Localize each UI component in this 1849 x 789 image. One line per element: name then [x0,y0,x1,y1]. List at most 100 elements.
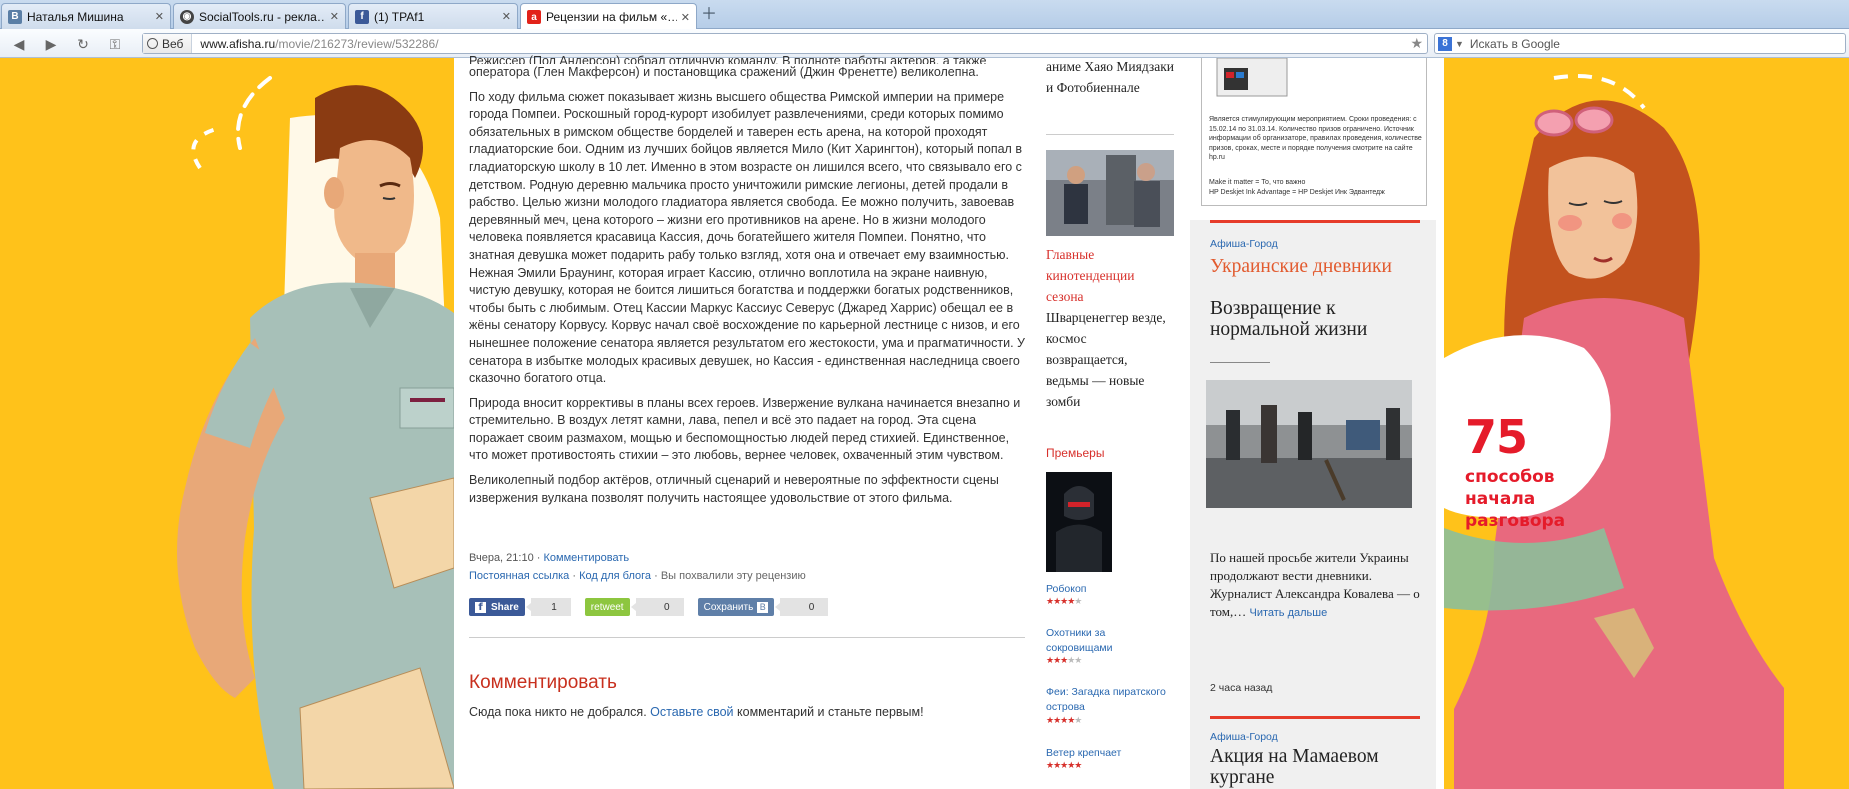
lead-text: По нашей просьбе жители Украины продолжа… [1210,549,1420,622]
blog-code-link[interactable]: Код для блога [579,570,651,582]
vk-save-label: Сохранить [703,601,754,613]
reload-icon[interactable]: ↻ [74,35,92,53]
afisha-icon: a [527,10,541,24]
leave-comment-link[interactable]: Оставьте свой [650,705,733,719]
separator: · [651,570,661,582]
close-icon[interactable]: ✕ [330,10,339,23]
divider [1210,362,1270,363]
google-icon[interactable]: 8 [1438,36,1452,51]
right-column: Является стимулирующим мероприятием. Сро… [1186,58,1444,789]
premiere-title[interactable]: Феи: Загадка пиратского острова [1046,685,1176,715]
fb-share-count: 1 [525,598,571,616]
headline-link[interactable]: Акция на Мамаевом кургане [1210,746,1420,788]
facebook-icon: f [475,601,486,613]
tab-label: Рецензии на фильм «… [546,10,677,24]
ad-fine-print: Make it matter = То, что важно HP Deskje… [1209,179,1385,196]
separator: · [569,570,580,582]
key-icon[interactable]: ⚿ [106,35,124,53]
permalink[interactable]: Постоянная ссылка [469,570,569,582]
review-article: Режиссер (Пол Андерсон) собрал отличную … [454,54,1036,789]
fb-share-label: Share [491,601,519,613]
premiere-title[interactable]: Ветер крепчает [1046,746,1121,761]
ad-fine-print: Является стимулирующим мероприятием. Сро… [1209,116,1422,162]
vk-save-count: 0 [775,598,829,616]
search-input[interactable]: 8 ▼ Искать в Google [1434,33,1846,54]
tab-label: Наталья Мишина [27,9,124,24]
tab-facebook[interactable]: f (1) TPAf1 ✕ [348,3,518,29]
rating-stars: ★★★★★ [1046,716,1082,726]
comments-title: Комментировать [469,672,617,693]
socialtools-icon: ◉ [180,9,194,24]
facebook-share-button[interactable]: f Share [469,598,525,616]
address-bar[interactable]: Веб www.afisha.ru/movie/216273/review/53… [142,33,1428,54]
trends-text[interactable]: Шварценеггер везде, космос возвращается,… [1046,307,1166,412]
retweet-button[interactable]: retweet [584,598,630,616]
search-placeholder: Искать в Google [1469,36,1560,51]
headline-link[interactable]: Украинские дневники [1210,256,1420,277]
review-meta: Вчера, 21:10 · Комментировать Постоянная… [469,549,806,585]
tab-label: (1) TPAf1 [374,9,425,24]
left-illustration [0,58,454,789]
premiere-title[interactable]: Робокоп [1046,582,1086,597]
globe-icon [147,38,158,49]
chevron-down-icon[interactable]: ▼ [1455,39,1464,49]
review-time: Вчера, 21:10 [469,552,534,564]
vk-save-button[interactable]: Сохранить B [697,598,775,616]
close-icon[interactable]: ✕ [681,11,690,24]
premiere-title[interactable]: Охотники за сокровищами [1046,626,1156,656]
tab-afisha-review[interactable]: a Рецензии на фильм «… ✕ [520,3,697,30]
web-button-label: Веб [162,36,184,51]
rating-stars: ★★★★★ [1046,761,1082,771]
rating-stars: ★★★★★ [1046,597,1082,607]
new-tab-icon[interactable]: ＋ [700,6,718,24]
back-arrow-icon[interactable]: ◀ [10,35,28,53]
article-paragraph: Режиссер (Пол Андерсон) собрал отличную … [469,54,987,64]
tab-socialtools[interactable]: ◉ SocialTools.ru - рекла… ✕ [173,3,346,29]
url-text[interactable]: www.afisha.ru/movie/216273/review/532286… [192,37,438,51]
close-icon[interactable]: ✕ [155,10,164,23]
trends-title-link[interactable]: Главные кинотенденции сезона [1046,244,1166,307]
facebook-icon: f [355,9,369,24]
url-path: /movie/216273/review/532286/ [275,36,439,51]
forward-arrow-icon[interactable]: ▶ [42,35,60,53]
tab-bar: B Наталья Мишина ✕ ◉ SocialTools.ru - ре… [0,0,1849,30]
share-buttons: f Share 1 retweet 0 Сохранить B 0 [469,598,829,616]
time-ago: 2 часа назад [1210,682,1273,694]
bookmark-star-icon[interactable]: ★ [1410,35,1423,52]
retweet-label: retweet [590,601,624,613]
robocop-poster[interactable] [1046,472,1112,572]
anime-teaser-text[interactable]: аниме Хаяо Миядзаки и Фотобиеннале [1046,56,1176,98]
promo-number[interactable]: 75 [1465,410,1528,464]
headline-link[interactable]: Возвращение к нормальной жизни [1210,298,1420,340]
middle-sidebar: аниме Хаяо Миядзаки и Фотобиеннале Главн… [1036,58,1186,789]
ukraine-photo[interactable] [1206,380,1412,508]
section-label[interactable]: Афиша-Город [1210,238,1278,250]
comments-empty-text: Сюда пока никто не добрался. Оставьте св… [469,705,924,719]
comment-link[interactable]: Комментировать [543,552,629,564]
trends-image[interactable] [1046,150,1174,236]
comments-empty-part: Сюда пока никто не добрался. [469,705,651,719]
comments-empty-part: комментарий и станьте первым! [733,705,924,719]
rating-stars: ★★★★★ [1046,656,1082,666]
divider [469,637,1025,638]
section-label[interactable]: Афиша-Город [1210,731,1278,743]
close-icon[interactable]: ✕ [502,10,511,23]
article-paragraph: Великолепный подбор актёров, отличный сц… [469,473,999,505]
read-more-link[interactable]: Читать дальше [1250,607,1328,619]
premieres-title[interactable]: Премьеры [1046,446,1104,460]
promo-text[interactable]: способов начала разговора [1465,466,1565,532]
tab-label: SocialTools.ru - рекла… [199,9,326,24]
retweet-count: 0 [630,598,684,616]
hp-advertisement[interactable]: Является стимулирующим мероприятием. Сро… [1201,58,1427,206]
article-paragraph: По ходу фильма сюжет показывает жизнь вы… [469,89,1025,386]
vk-icon: B [757,601,769,613]
article-body: Режиссер (Пол Андерсон) собрал отличную … [469,54,1025,514]
divider [1046,134,1174,135]
praised-text: Вы похвалили эту рецензию [660,570,806,582]
section-rule [1210,220,1420,223]
tab-natalya[interactable]: B Наталья Мишина ✕ [1,3,171,29]
article-paragraph: оператора (Глен Макферсон) и постановщик… [469,65,979,79]
section-rule [1210,716,1420,719]
article-paragraph: Природа вносит коррективы в планы всех г… [469,395,1021,463]
web-button[interactable]: Веб [143,34,193,53]
